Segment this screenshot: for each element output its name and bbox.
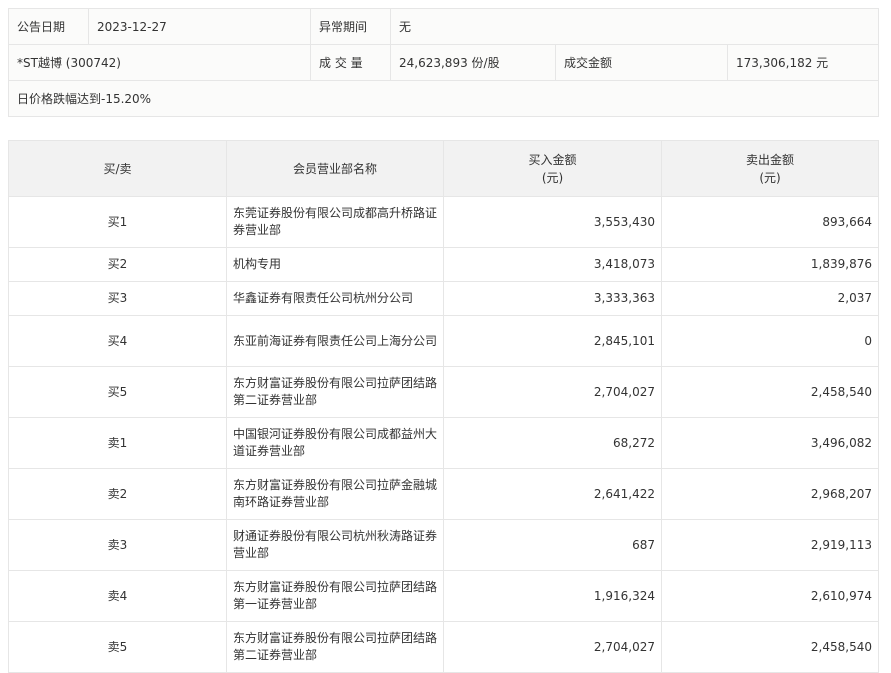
sell-amount-cell: 3,496,082 [661, 417, 879, 469]
buy-amount-cell: 1,916,324 [443, 570, 662, 622]
branch-name-cell: 东亚前海证券有限责任公司上海分公司 [226, 315, 444, 367]
stock-name: *ST越博 (300742) [8, 44, 311, 81]
sell-amount-cell: 1,839,876 [661, 247, 879, 282]
header-buy-amount: 买入金额 (元) [443, 140, 662, 197]
table-row: 买5 东方财富证券股份有限公司拉萨团结路第二证券营业部 2,704,027 2,458… [8, 366, 879, 418]
buy-amount-cell: 2,704,027 [443, 366, 662, 418]
table-row: 卖1 中国银河证券股份有限公司成都益州大道证券营业部 68,272 3,496,082 [8, 417, 879, 469]
branch-name-cell: 财通证券股份有限公司杭州秋涛路证券营业部 [226, 519, 444, 571]
buy-amount-cell: 3,553,430 [443, 196, 662, 248]
side-cell: 卖4 [8, 570, 227, 622]
side-cell: 买1 [8, 196, 227, 248]
date-label: 公告日期 [8, 8, 89, 45]
table-header: 买/卖 会员营业部名称 买入金额 (元) 卖出金额 (元) [8, 140, 879, 197]
sell-amount-cell: 2,037 [661, 281, 879, 316]
branch-name-cell: 中国银河证券股份有限公司成都益州大道证券营业部 [226, 417, 444, 469]
table-row: 买3 华鑫证券有限责任公司杭州分公司 3,333,363 2,037 [8, 281, 879, 316]
abnormal-period: 无 [390, 8, 879, 45]
side-cell: 卖1 [8, 417, 227, 469]
amount-label: 成交金额 [555, 44, 728, 81]
info-row: 公告日期 2023-12-27 异常期间 无 [8, 8, 879, 45]
header-side: 买/卖 [8, 140, 227, 197]
volume-value: 24,623,893 份/股 [390, 44, 556, 81]
sell-amount-cell: 2,919,113 [661, 519, 879, 571]
side-cell: 卖2 [8, 468, 227, 520]
side-cell: 买2 [8, 247, 227, 282]
header-sell-amount: 卖出金额 (元) [661, 140, 879, 197]
sell-amount-cell: 2,968,207 [661, 468, 879, 520]
volume-label: 成 交 量 [310, 44, 391, 81]
table-row: 卖4 东方财富证券股份有限公司拉萨团结路第一证券营业部 1,916,324 2,610… [8, 570, 879, 622]
sell-amount-cell: 893,664 [661, 196, 879, 248]
header-branch-name: 会员营业部名称 [226, 140, 444, 197]
side-cell: 卖5 [8, 621, 227, 673]
branch-name-cell: 东方财富证券股份有限公司拉萨团结路第二证券营业部 [226, 621, 444, 673]
buy-amount-cell: 2,845,101 [443, 315, 662, 367]
side-cell: 卖3 [8, 519, 227, 571]
info-row: *ST越博 (300742) 成 交 量 24,623,893 份/股 成交金额… [8, 44, 879, 81]
stock-info-table: 公告日期 2023-12-27 异常期间 无 *ST越博 (300742) 成 … [8, 8, 879, 117]
sell-amount-cell: 2,610,974 [661, 570, 879, 622]
branch-name-cell: 东方财富证券股份有限公司拉萨金融城南环路证券营业部 [226, 468, 444, 520]
table-row: 卖3 财通证券股份有限公司杭州秋涛路证券营业部 687 2,919,113 [8, 519, 879, 571]
branch-name-cell: 华鑫证券有限责任公司杭州分公司 [226, 281, 444, 316]
branch-name-cell: 东莞证券股份有限公司成都高升桥路证券营业部 [226, 196, 444, 248]
buy-amount-cell: 3,418,073 [443, 247, 662, 282]
buy-amount-cell: 2,704,027 [443, 621, 662, 673]
sell-amount-cell: 2,458,540 [661, 366, 879, 418]
info-row: 日价格跌幅达到-15.20% [8, 80, 879, 117]
side-cell: 买5 [8, 366, 227, 418]
sell-amount-cell: 0 [661, 315, 879, 367]
buy-amount-cell: 68,272 [443, 417, 662, 469]
buy-amount-cell: 2,641,422 [443, 468, 662, 520]
trading-seats-table: 买/卖 会员营业部名称 买入金额 (元) 卖出金额 (元) 买1 东莞证券股份有限公司成… [8, 140, 879, 673]
reason: 日价格跌幅达到-15.20% [8, 80, 879, 117]
side-cell: 买3 [8, 281, 227, 316]
branch-name-cell: 东方财富证券股份有限公司拉萨团结路第一证券营业部 [226, 570, 444, 622]
table-row: 买2 机构专用 3,418,073 1,839,876 [8, 247, 879, 282]
table-row: 买4 东亚前海证券有限责任公司上海分公司 2,845,101 0 [8, 315, 879, 367]
buy-amount-cell: 3,333,363 [443, 281, 662, 316]
announcement-date: 2023-12-27 [88, 8, 311, 45]
table-row: 卖5 东方财富证券股份有限公司拉萨团结路第二证券营业部 2,704,027 2,458… [8, 621, 879, 673]
table-row: 卖2 东方财富证券股份有限公司拉萨金融城南环路证券营业部 2,641,422 2,96… [8, 468, 879, 520]
period-label: 异常期间 [310, 8, 391, 45]
buy-amount-cell: 687 [443, 519, 662, 571]
branch-name-cell: 东方财富证券股份有限公司拉萨团结路第二证券营业部 [226, 366, 444, 418]
sell-amount-cell: 2,458,540 [661, 621, 879, 673]
table-row: 买1 东莞证券股份有限公司成都高升桥路证券营业部 3,553,430 893,664 [8, 196, 879, 248]
branch-name-cell: 机构专用 [226, 247, 444, 282]
amount-value: 173,306,182 元 [727, 44, 879, 81]
side-cell: 买4 [8, 315, 227, 367]
